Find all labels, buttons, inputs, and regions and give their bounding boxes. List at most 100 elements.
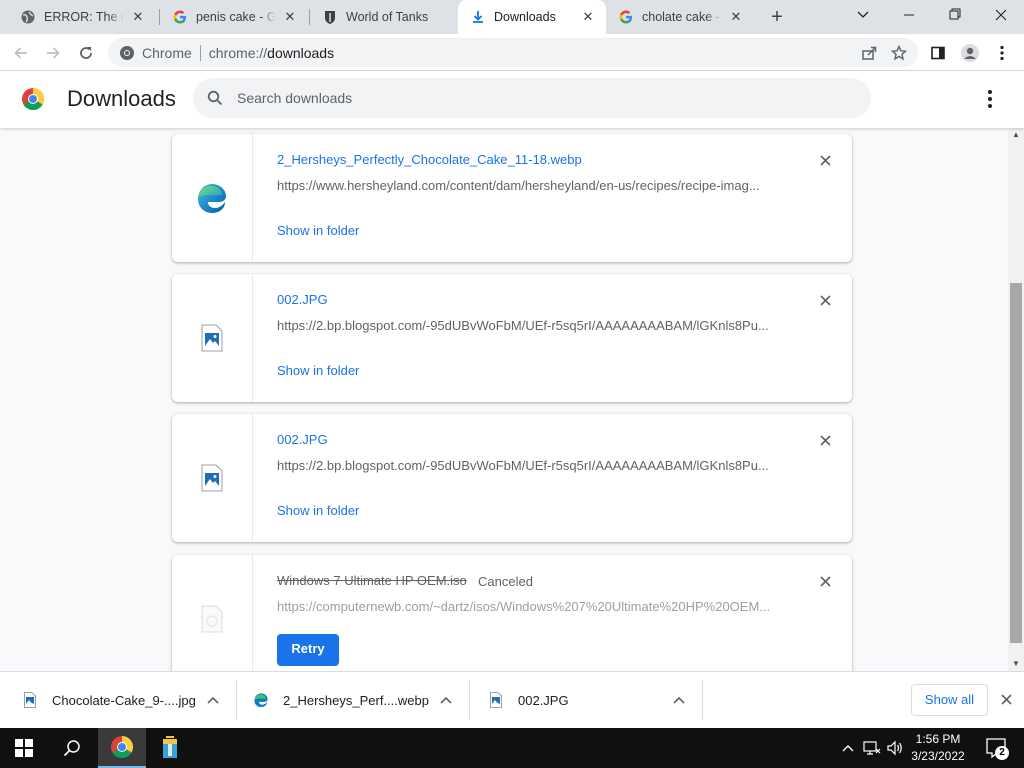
show-in-folder-link[interactable]: Show in folder: [277, 363, 359, 378]
file-name-link[interactable]: 002.JPG: [277, 432, 328, 447]
tab-title: cholate cake - Google Search: [642, 10, 722, 24]
download-item: 2_Hersheys_Perfectly_Chocolate_Cake_11-1…: [172, 134, 852, 262]
url-host: downloads: [267, 44, 335, 61]
tab-google-search-1[interactable]: penis cake - Google Search ✕: [160, 0, 308, 34]
taskbar-search-button[interactable]: [48, 728, 96, 768]
file-name-link[interactable]: 002.JPG: [277, 292, 328, 307]
tab-downloads[interactable]: Downloads ✕: [458, 0, 606, 34]
tab-title: ERROR: The requested URL could not be re…: [44, 10, 124, 24]
shelf-divider: [702, 680, 703, 720]
bookmark-star-icon[interactable]: [888, 43, 910, 63]
reload-button[interactable]: [73, 40, 99, 66]
volume-icon[interactable]: [885, 738, 905, 758]
taskbar-chrome[interactable]: [98, 728, 146, 768]
shelf-file-name: 002.JPG: [518, 692, 569, 708]
search-icon: [63, 740, 80, 757]
shelf-file-name: 2_Hersheys_Perf....webp: [283, 692, 429, 708]
remove-item-icon[interactable]: [817, 152, 833, 168]
tab-title: penis cake - Google Search: [196, 10, 276, 24]
google-icon: [618, 9, 634, 25]
chrome-icon: [111, 736, 133, 758]
reload-icon: [80, 47, 92, 59]
edge-icon: [198, 184, 226, 213]
remove-item-icon[interactable]: [817, 432, 833, 448]
remove-item-icon[interactable]: [817, 292, 833, 308]
page-title: Downloads: [67, 86, 176, 111]
scroll-up-icon[interactable]: ▲: [1008, 128, 1024, 142]
site-chip-label: Chrome: [142, 44, 192, 61]
tab-world-of-tanks[interactable]: World of Tanks: [310, 0, 458, 34]
shelf-divider: [469, 680, 470, 720]
close-window-button[interactable]: [978, 0, 1024, 30]
file-url[interactable]: https://2.bp.blogspot.com/-95dUBvWoFbM/U…: [277, 318, 777, 333]
notification-center-icon[interactable]: 2: [984, 736, 1009, 760]
clock-date: 3/23/2022: [911, 749, 965, 763]
show-in-folder-link[interactable]: Show in folder: [277, 503, 359, 518]
file-url[interactable]: https://computernewb.com/~dartz/isos/Win…: [277, 599, 777, 614]
chrome-menu-button[interactable]: [989, 40, 1015, 66]
close-tab-icon[interactable]: ✕: [282, 9, 298, 25]
restore-button[interactable]: [932, 0, 978, 30]
close-tab-icon[interactable]: ✕: [130, 9, 146, 25]
shelf-item[interactable]: 2_Hersheys_Perf....webp: [253, 672, 459, 728]
omnibox-divider: [199, 44, 201, 61]
taskbar-clock[interactable]: 1:56 PM 3/23/2022: [906, 731, 970, 765]
tab-strip: ERROR: The requested URL could not be re…: [0, 0, 1024, 34]
downloads-header: Downloads: [0, 71, 1024, 128]
file-url[interactable]: https://2.bp.blogspot.com/-95dUBvWoFbM/U…: [277, 458, 777, 473]
chevron-up-icon[interactable]: [672, 693, 686, 707]
new-tab-button[interactable]: +: [765, 5, 789, 29]
tab-google-search-2[interactable]: cholate cake - Google Search ✕: [606, 0, 754, 34]
search-input[interactable]: [237, 90, 837, 106]
shelf-divider: [236, 680, 237, 720]
profile-button[interactable]: [957, 40, 983, 66]
network-icon[interactable]: [862, 738, 882, 758]
wot-icon: [322, 9, 338, 25]
image-file-icon: [488, 692, 504, 708]
avatar-icon: [961, 44, 979, 62]
search-downloads-box[interactable]: [193, 78, 871, 118]
status-label: Canceled: [478, 574, 533, 589]
chevron-up-icon[interactable]: [439, 693, 453, 707]
close-tab-icon[interactable]: ✕: [580, 9, 596, 25]
browser-toolbar: Chrome chrome://downloads: [0, 34, 1024, 71]
minimize-button[interactable]: [886, 0, 932, 30]
chrome-site-icon[interactable]: [118, 44, 136, 62]
page-scrollbar[interactable]: ▲ ▼: [1008, 128, 1024, 671]
close-shelf-icon[interactable]: [998, 691, 1014, 707]
more-actions-icon[interactable]: [980, 88, 1000, 110]
scroll-down-icon[interactable]: ▼: [1008, 657, 1024, 671]
address-bar[interactable]: Chrome chrome://downloads: [108, 38, 918, 67]
file-url[interactable]: https://www.hersheyland.com/content/dam/…: [277, 178, 777, 193]
file-name-text: Windows 7 Ultimate HP OEM.iso: [277, 573, 467, 588]
tab-error[interactable]: ERROR: The requested URL could not be re…: [8, 0, 156, 34]
shelf-item[interactable]: Chocolate-Cake_9-....jpg: [22, 672, 228, 728]
share-icon[interactable]: [858, 43, 880, 63]
forward-button[interactable]: [40, 40, 66, 66]
blank-file-icon: [201, 605, 223, 633]
start-button[interactable]: [0, 728, 48, 768]
file-name-link[interactable]: 2_Hersheys_Perfectly_Chocolate_Cake_11-1…: [277, 152, 582, 167]
file-icon-column: [172, 134, 253, 262]
chevron-up-icon[interactable]: [206, 693, 220, 707]
side-panel-button[interactable]: [925, 40, 951, 66]
show-all-button[interactable]: Show all: [911, 684, 988, 716]
tab-search-button[interactable]: [840, 0, 886, 30]
close-tab-icon[interactable]: ✕: [728, 9, 744, 25]
taskbar-archive-app[interactable]: [146, 728, 194, 768]
remove-item-icon[interactable]: [817, 573, 833, 589]
shelf-item[interactable]: 002.JPG: [488, 672, 694, 728]
back-button[interactable]: [8, 40, 34, 66]
retry-button[interactable]: Retry: [277, 634, 339, 666]
google-icon: [172, 9, 188, 25]
tab-title: World of Tanks: [346, 10, 429, 24]
more-vert-icon: [1000, 45, 1004, 61]
scrollbar-thumb[interactable]: [1010, 283, 1022, 643]
tab-title: Downloads: [494, 10, 556, 24]
clock-time: 1:56 PM: [915, 732, 961, 746]
url-text: chrome://downloads: [209, 45, 334, 61]
windows-taskbar: 1:56 PM 3/23/2022 2: [0, 728, 1024, 768]
notification-count-badge: 2: [995, 746, 1009, 760]
chevron-up-icon[interactable]: [838, 738, 858, 758]
show-in-folder-link[interactable]: Show in folder: [277, 223, 359, 238]
